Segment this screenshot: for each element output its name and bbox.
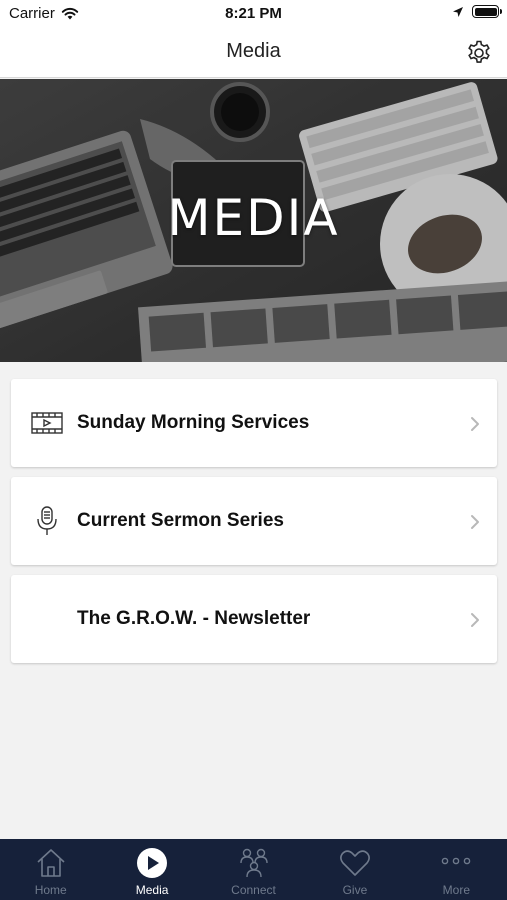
tab-label: Media bbox=[135, 883, 169, 897]
status-bar: Carrier 8:21 PM bbox=[0, 0, 507, 28]
list-item-label: The G.R.O.W. - Newsletter bbox=[77, 608, 311, 629]
battery-icon bbox=[472, 5, 502, 18]
gear-icon[interactable] bbox=[465, 39, 493, 67]
status-right bbox=[452, 5, 502, 18]
hero-banner: MEDIA bbox=[0, 79, 507, 362]
location-arrow-icon bbox=[453, 6, 463, 17]
list-item-sunday-morning-services[interactable]: Sunday Morning Services bbox=[11, 379, 497, 467]
page-title: Media bbox=[226, 40, 281, 62]
tab-more[interactable]: More bbox=[406, 839, 507, 900]
microphone-icon bbox=[37, 506, 57, 535]
tab-give[interactable]: Give bbox=[304, 839, 405, 900]
list-item-label: Sunday Morning Services bbox=[77, 412, 310, 433]
tab-media[interactable]: Media bbox=[101, 839, 202, 900]
chevron-right-icon bbox=[471, 613, 479, 627]
home-icon bbox=[37, 849, 65, 877]
list-item-current-sermon-series[interactable]: Current Sermon Series bbox=[11, 477, 497, 565]
tab-label: Give bbox=[342, 883, 368, 897]
list-item-label: Current Sermon Series bbox=[77, 510, 284, 531]
tab-bar: Home Media Connect Give More bbox=[0, 839, 507, 900]
hero-title: MEDIA bbox=[167, 189, 340, 247]
heart-icon bbox=[339, 850, 370, 876]
status-time: 8:21 PM bbox=[225, 5, 282, 22]
tab-home[interactable]: Home bbox=[0, 839, 101, 900]
chevron-right-icon bbox=[471, 515, 479, 529]
chevron-right-icon bbox=[471, 417, 479, 431]
list-item-grow-newsletter[interactable]: The G.R.O.W. - Newsletter bbox=[11, 575, 497, 663]
film-play-icon bbox=[31, 412, 63, 434]
tab-label: Home bbox=[34, 883, 67, 897]
navigation-bar: Media bbox=[0, 28, 507, 78]
play-circle-icon bbox=[137, 848, 168, 878]
battery-fill bbox=[474, 7, 497, 16]
tab-connect[interactable]: Connect bbox=[203, 839, 304, 900]
people-icon bbox=[239, 848, 268, 878]
tab-label: More bbox=[442, 883, 470, 897]
tab-label: Connect bbox=[231, 883, 276, 897]
more-dots-icon bbox=[442, 857, 471, 865]
